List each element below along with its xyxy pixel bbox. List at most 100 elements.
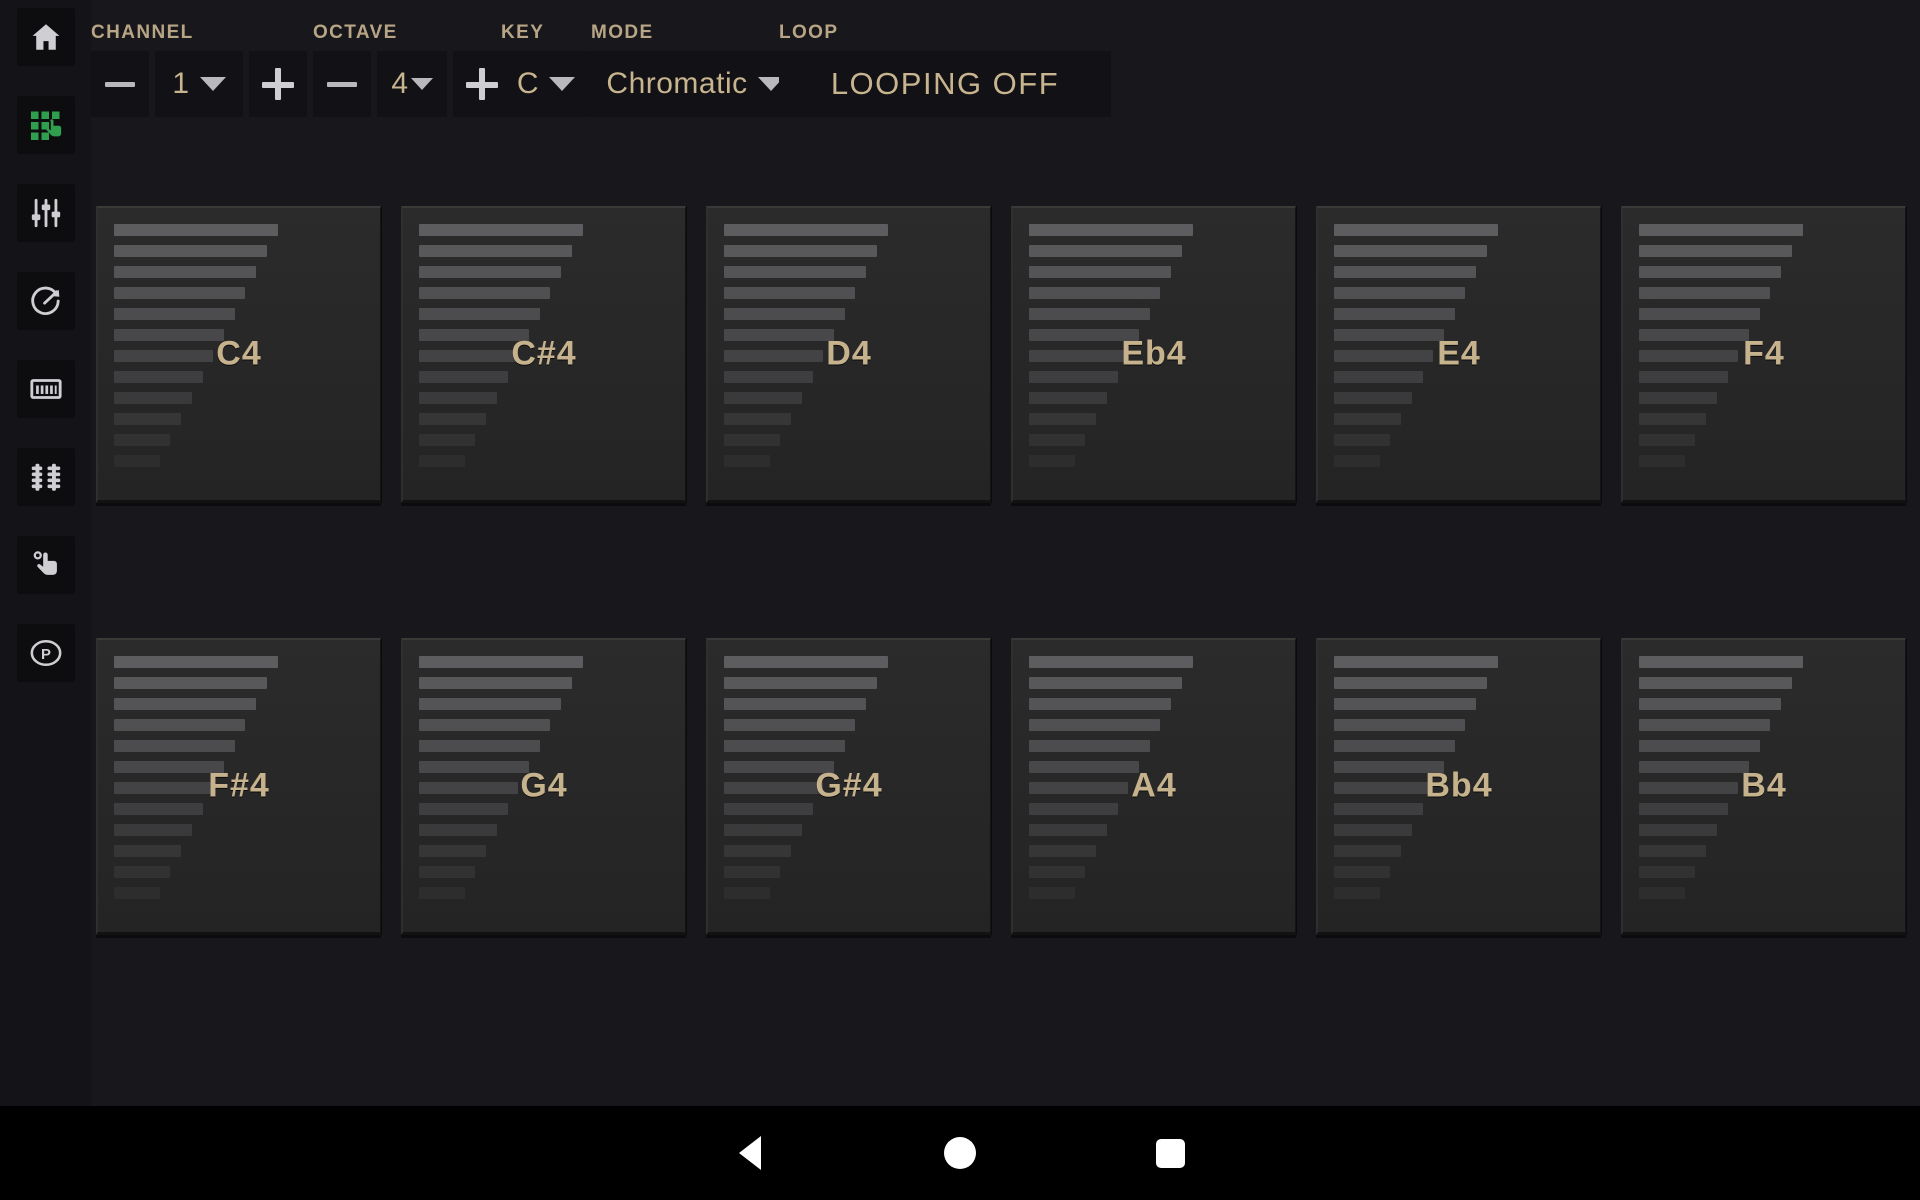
velocity-bar: [1639, 803, 1728, 815]
channel-increment-button[interactable]: [249, 51, 307, 117]
velocity-bar: [1334, 224, 1498, 236]
octave-value: 4: [391, 67, 409, 100]
sidebar-item-faders[interactable]: [16, 448, 75, 506]
velocity-bar: [1639, 455, 1685, 467]
sidebar-item-knobs[interactable]: [16, 272, 75, 330]
velocity-meter: [1334, 224, 1498, 467]
note-pad[interactable]: D4: [706, 206, 991, 503]
nav-recents-button[interactable]: [1065, 1106, 1275, 1200]
sidebar-item-home[interactable]: [16, 8, 75, 66]
velocity-bar: [1639, 656, 1803, 668]
velocity-bar: [114, 677, 267, 689]
velocity-bar: [419, 329, 530, 341]
velocity-bar: [1029, 677, 1182, 689]
key-label: KEY: [501, 22, 545, 43]
sidebar-item-presets[interactable]: P: [16, 624, 75, 682]
velocity-bar: [1639, 719, 1771, 731]
velocity-bar: [1639, 350, 1739, 362]
velocity-bar: [1029, 413, 1097, 425]
channel-control-group: CHANNEL 1: [91, 22, 307, 117]
sidebar-item-pads[interactable]: [16, 96, 75, 154]
velocity-bar: [1639, 782, 1739, 794]
velocity-bar: [419, 719, 551, 731]
note-pad[interactable]: Eb4: [1011, 206, 1296, 503]
velocity-bar: [419, 224, 583, 236]
sidebar-item-xy-touch[interactable]: [16, 536, 75, 594]
velocity-bar: [114, 413, 182, 425]
loop-toggle-button[interactable]: LOOPING OFF: [779, 51, 1111, 117]
back-triangle-icon: [739, 1136, 761, 1170]
velocity-bar: [1639, 245, 1792, 257]
chevron-down-icon: [410, 78, 433, 90]
octave-label: OCTAVE: [313, 22, 398, 43]
note-pad[interactable]: B4: [1621, 638, 1906, 935]
velocity-bar: [1334, 329, 1445, 341]
velocity-bar: [1029, 266, 1172, 278]
faders-icon: [28, 459, 64, 495]
velocity-meter: [724, 224, 888, 467]
plus-icon: [466, 68, 498, 100]
velocity-bar: [1639, 761, 1750, 773]
velocity-bar: [114, 308, 235, 320]
note-pad[interactable]: G4: [401, 638, 686, 935]
android-navigation-bar: [0, 1106, 1920, 1200]
pads-hand-icon: [28, 107, 64, 143]
note-pad[interactable]: Bb4: [1316, 638, 1601, 935]
note-pad[interactable]: E4: [1316, 206, 1601, 503]
velocity-bar: [114, 887, 160, 899]
nav-home-button[interactable]: [855, 1106, 1065, 1200]
velocity-bar: [1334, 824, 1412, 836]
velocity-bar: [1639, 698, 1782, 710]
velocity-bar: [114, 287, 246, 299]
octave-decrement-button[interactable]: [313, 51, 371, 117]
sidebar-item-keyboard[interactable]: [16, 360, 75, 418]
octave-value-dropdown[interactable]: 4: [377, 51, 447, 117]
velocity-bar: [114, 782, 214, 794]
velocity-bar: [724, 224, 888, 236]
velocity-bar: [114, 824, 192, 836]
velocity-bar: [1029, 329, 1140, 341]
velocity-bar: [114, 656, 278, 668]
velocity-bar: [419, 266, 562, 278]
left-sidebar: P: [0, 0, 91, 1106]
sidebar-item-mixer[interactable]: [16, 184, 75, 242]
channel-decrement-button[interactable]: [91, 51, 149, 117]
svg-text:P: P: [41, 647, 51, 663]
velocity-bar: [114, 329, 225, 341]
velocity-bar: [1334, 287, 1466, 299]
mode-value-dropdown[interactable]: Chromatic: [591, 51, 799, 117]
loop-status: LOOPING OFF: [830, 66, 1060, 101]
nav-back-button[interactable]: [645, 1106, 855, 1200]
note-pad[interactable]: F4: [1621, 206, 1906, 503]
minus-icon: [105, 81, 135, 87]
velocity-bar: [1639, 308, 1760, 320]
knob-icon: [29, 284, 63, 318]
velocity-bar: [1639, 287, 1771, 299]
velocity-bar: [724, 392, 802, 404]
note-pad[interactable]: F#4: [96, 638, 381, 935]
velocity-bar: [1334, 677, 1487, 689]
channel-value-dropdown[interactable]: 1: [155, 51, 243, 117]
note-pad[interactable]: A4: [1011, 638, 1296, 935]
note-pad[interactable]: C#4: [401, 206, 686, 503]
velocity-bar: [419, 287, 551, 299]
velocity-bar: [1639, 392, 1717, 404]
home-circle-icon: [944, 1137, 976, 1169]
velocity-bar: [724, 761, 835, 773]
note-pad[interactable]: C4: [96, 206, 381, 503]
velocity-bar: [114, 455, 160, 467]
home-icon: [29, 20, 63, 54]
note-pad[interactable]: G#4: [706, 638, 991, 935]
velocity-bar: [724, 719, 856, 731]
key-value-dropdown[interactable]: C: [501, 51, 591, 117]
velocity-bar: [114, 761, 225, 773]
velocity-bar: [1334, 740, 1455, 752]
velocity-bar: [1029, 224, 1193, 236]
velocity-bar: [1334, 866, 1391, 878]
velocity-meter: [114, 224, 278, 467]
velocity-bar: [1029, 350, 1129, 362]
velocity-bar: [724, 677, 877, 689]
velocity-bar: [419, 677, 572, 689]
velocity-bar: [1334, 887, 1380, 899]
velocity-meter: [419, 656, 583, 899]
